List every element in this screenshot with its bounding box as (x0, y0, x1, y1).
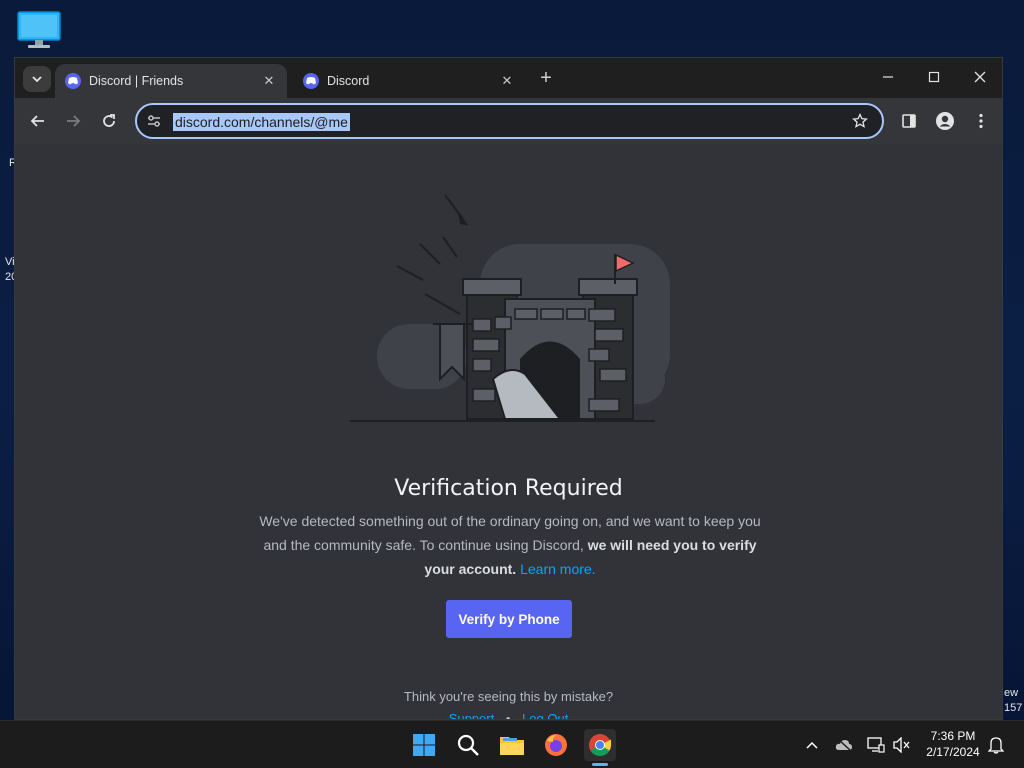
close-window-button[interactable] (957, 62, 1002, 92)
desktop-label: ew (1004, 687, 1019, 699)
site-settings-icon[interactable] (147, 114, 161, 133)
menu-button[interactable] (968, 108, 994, 134)
back-button[interactable] (25, 108, 51, 134)
mistake-text: Think you're seeing this by mistake? (403, 689, 614, 704)
network-icon[interactable] (866, 735, 886, 755)
chevron-down-icon (32, 76, 42, 83)
side-panel-icon (902, 114, 916, 128)
tab-bar: Discord | Friends ✕ Discord ✕ + (15, 58, 1002, 98)
url-text[interactable]: discord.com/channels/@me (173, 113, 350, 131)
learn-more-link[interactable]: Learn more. (520, 561, 595, 577)
close-tab-icon[interactable]: ✕ (499, 73, 515, 89)
reload-icon (103, 114, 115, 127)
cloud-offline-icon[interactable] (834, 735, 854, 755)
clock-time: 7:36 PM (930, 729, 976, 743)
maximize-icon (928, 71, 940, 83)
side-panel-button[interactable] (896, 108, 922, 134)
firefox-button[interactable] (540, 729, 572, 761)
monitor-desktop-icon[interactable] (16, 10, 62, 50)
browser-window: Discord | Friends ✕ Discord ✕ + discord.… (14, 57, 1003, 720)
castle-illustration (350, 194, 670, 422)
profile-button[interactable] (932, 108, 958, 134)
logout-link[interactable]: Log Out (522, 711, 568, 719)
address-bar[interactable]: discord.com/channels/@me (135, 103, 884, 139)
chrome-button[interactable] (584, 729, 616, 761)
minimize-button[interactable] (865, 62, 911, 92)
clock-date: 2/17/2024 (926, 745, 980, 759)
new-tab-button[interactable]: + (535, 67, 557, 89)
forward-button[interactable] (60, 108, 86, 134)
browser-toolbar: discord.com/channels/@me (15, 98, 1002, 144)
separator: • (505, 711, 511, 720)
file-explorer-button[interactable] (496, 729, 528, 761)
firefox-icon (545, 734, 567, 756)
close-tab-icon[interactable]: ✕ (261, 73, 277, 89)
active-app-indicator (592, 763, 608, 766)
verify-by-phone-button[interactable]: Verify by Phone (446, 600, 572, 638)
discord-favicon-icon (65, 73, 81, 89)
close-icon (974, 71, 986, 83)
start-button[interactable] (408, 729, 440, 761)
notifications-bell-icon[interactable] (986, 735, 1006, 755)
maximize-button[interactable] (911, 62, 957, 92)
page-description: We've detected something out of the ordi… (255, 509, 765, 581)
chrome-icon (589, 734, 611, 756)
search-icon (457, 734, 479, 756)
footer-links: Support • Log Out (15, 711, 1002, 720)
desktop-label: 157 (1004, 702, 1023, 714)
avatar-icon (936, 112, 954, 130)
discord-verification-page: Verification Required We've detected som… (15, 144, 1002, 720)
folder-icon (500, 737, 524, 755)
discord-favicon-icon (303, 73, 319, 89)
arrow-right-icon (67, 115, 81, 127)
reload-button[interactable] (96, 108, 122, 134)
windows-logo-icon (413, 734, 435, 756)
page-title: Verification Required (394, 476, 623, 501)
minimize-icon (883, 76, 893, 78)
volume-muted-icon[interactable] (892, 735, 912, 755)
clock[interactable]: 7:36 PM 2/17/2024 (918, 728, 988, 760)
search-button[interactable] (452, 729, 484, 761)
tab-title: Discord | Friends (89, 74, 184, 88)
bookmark-star-icon[interactable] (852, 112, 868, 134)
taskbar: 7:36 PM 2/17/2024 (0, 720, 1024, 768)
tab-discord[interactable]: Discord ✕ (293, 64, 525, 98)
more-vertical-icon (979, 113, 983, 129)
chevron-up-icon (806, 741, 818, 749)
tab-discord-friends[interactable]: Discord | Friends ✕ (55, 64, 287, 98)
show-hidden-icons-button[interactable] (802, 735, 822, 755)
tab-search-button[interactable] (23, 66, 51, 92)
tab-title: Discord (327, 74, 370, 88)
arrow-left-icon (30, 115, 44, 127)
support-link[interactable]: Support (449, 711, 495, 719)
